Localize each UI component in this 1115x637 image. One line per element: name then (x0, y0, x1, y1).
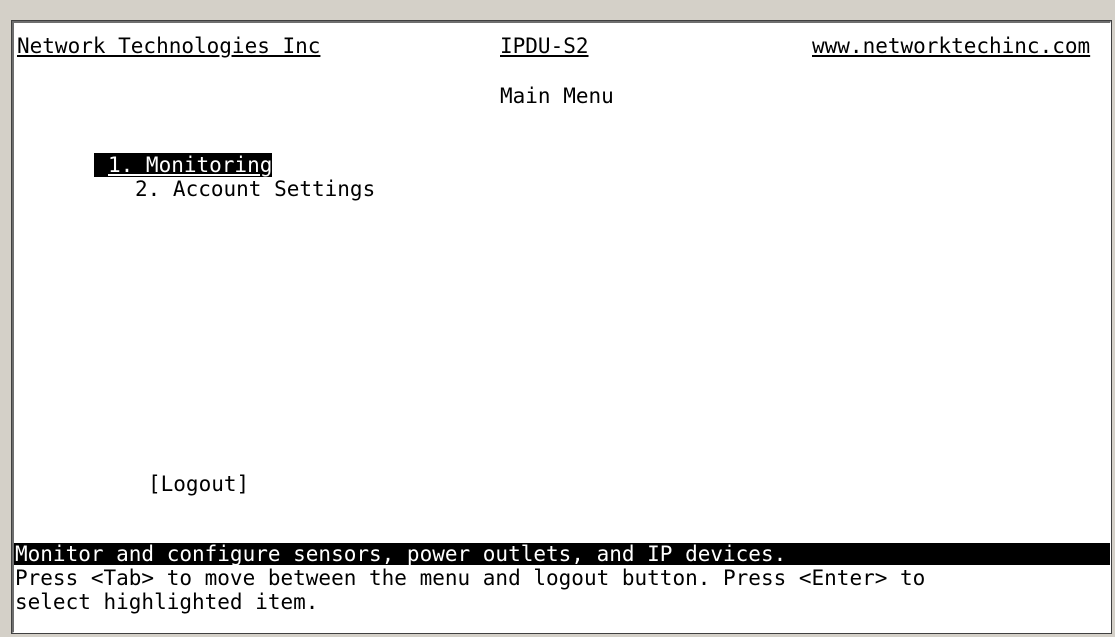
device-name: IPDU-S2 (500, 34, 589, 58)
terminal-window: Network Technologies Inc IPDU-S2 www.net… (0, 0, 1115, 637)
page-title: Main Menu (500, 84, 614, 108)
menu-item-label: 1. Monitoring (108, 153, 273, 177)
menu-item-monitoring[interactable]: 1. Monitoring (94, 153, 273, 177)
terminal-screen[interactable]: Network Technologies Inc IPDU-S2 www.net… (11, 20, 1112, 634)
logout-button[interactable]: [Logout] (148, 472, 249, 496)
menu-item-account-settings[interactable]: 2. Account Settings (135, 177, 375, 201)
status-description: Monitor and configure sensors, power out… (14, 543, 1110, 565)
website-link: www.networktechinc.com (812, 34, 1091, 58)
help-text-line-2: select highlighted item. (15, 590, 319, 614)
company-name: Network Technologies Inc (17, 34, 321, 58)
help-text-line-1: Press <Tab> to move between the menu and… (15, 566, 926, 590)
menu-item-label: 2. Account Settings (135, 177, 376, 201)
